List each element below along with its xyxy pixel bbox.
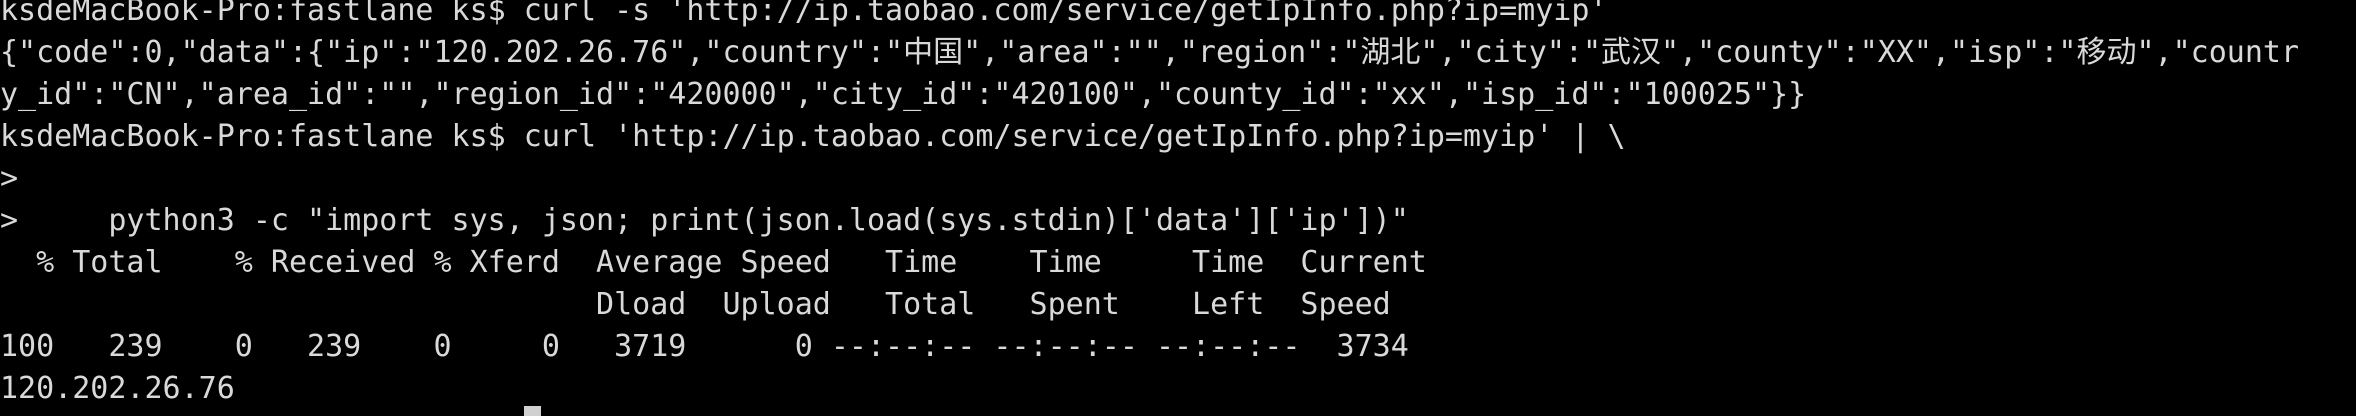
continuation-line: > [0,161,19,196]
json-output-line: y_id":"CN","area_id":"","region_id":"420… [0,77,1807,112]
terminal-window[interactable]: ksdeMacBook-Pro:fastlane ks$ curl -s 'ht… [0,0,2356,416]
prompt-command-line: ksdeMacBook-Pro:fastlane ks$ curl 'http:… [0,119,1626,154]
curl-progress-row: 100 239 0 239 0 0 3719 0 --:--:-- --:--:… [0,329,1409,364]
ip-result-line: 120.202.26.76 [0,371,235,406]
curl-progress-header: Dload Upload Total Spent Left Speed [0,287,1391,322]
curl-progress-header: % Total % Received % Xferd Average Speed… [0,245,1427,280]
continuation-line: > python3 -c "import sys, json; print(js… [0,203,1409,238]
json-output-line: {"code":0,"data":{"ip":"120.202.26.76","… [0,35,2300,70]
prompt-command-line: ksdeMacBook-Pro:fastlane ks$ curl -s 'ht… [0,0,1608,28]
terminal-cursor [524,406,541,416]
